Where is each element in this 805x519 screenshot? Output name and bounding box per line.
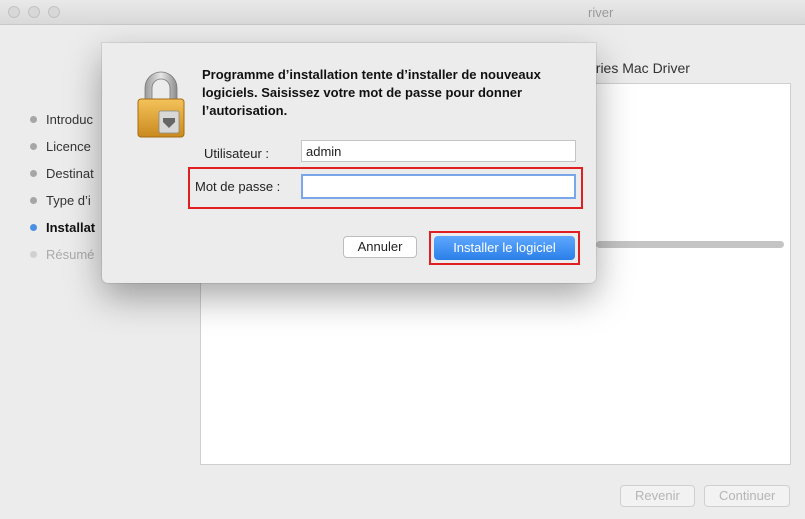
back-button[interactable]: Revenir — [620, 485, 695, 507]
sidebar-item-label: Licence — [46, 139, 91, 154]
sidebar-item-installation-type: Type d’i — [30, 193, 91, 208]
lock-icon — [137, 71, 185, 138]
sidebar-item-licence: Licence — [30, 139, 91, 154]
progress-bar — [596, 241, 784, 248]
step-dot — [30, 116, 37, 123]
sidebar-item-label: Installat — [46, 220, 96, 235]
sidebar-item-installation: Installat — [30, 220, 95, 235]
step-dot-active — [30, 224, 37, 231]
sidebar-item-summary: Résumé — [30, 247, 94, 262]
step-dot — [30, 143, 37, 150]
sidebar-item-label: Résumé — [46, 247, 95, 262]
zoom-window-button[interactable] — [48, 6, 60, 18]
password-field[interactable] — [301, 174, 576, 199]
username-label: Utilisateur : — [204, 146, 270, 161]
title-bar: river — [0, 0, 805, 25]
minimize-window-button[interactable] — [28, 6, 40, 18]
continue-button[interactable]: Continuer — [704, 485, 791, 507]
sidebar-item-label: Destinat — [46, 166, 94, 181]
password-label: Mot de passe : — [195, 179, 281, 194]
auth-dialog: Programme d’installation tente d’install… — [102, 43, 596, 283]
step-dot — [30, 251, 37, 258]
window-title: river — [588, 5, 614, 20]
sidebar-item-label: Introduc — [46, 112, 93, 127]
install-software-button[interactable]: Installer le logiciel — [434, 236, 575, 260]
close-window-button[interactable] — [8, 6, 20, 18]
sidebar-item-label: Type d’i — [46, 193, 91, 208]
sidebar-item-destination: Destinat — [30, 166, 94, 181]
sidebar-item-introduction: Introduc — [30, 112, 93, 127]
step-dot — [30, 197, 37, 204]
step-dot — [30, 170, 37, 177]
installer-header: eries Mac Driver — [588, 60, 690, 76]
username-field[interactable] — [301, 140, 576, 162]
auth-message: Programme d’installation tente d’install… — [202, 67, 541, 118]
cancel-button[interactable]: Annuler — [343, 236, 417, 258]
